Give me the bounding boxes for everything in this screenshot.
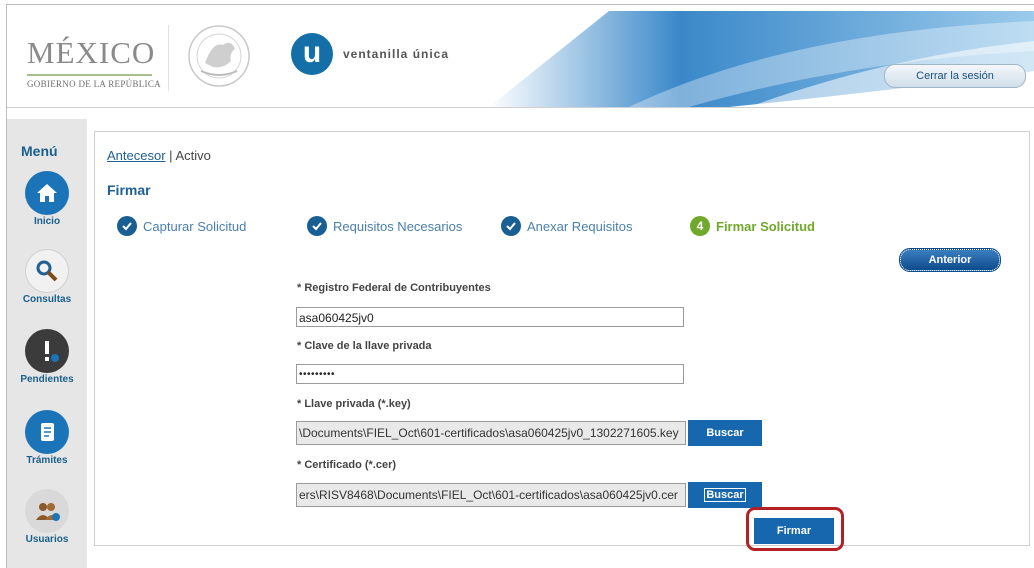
sidebar-title: Menú [21, 143, 58, 159]
check-icon [117, 216, 137, 236]
certificate-file-label: * Certificado (*.cer) [297, 459, 397, 471]
brand-subtitle: GOBIERNO DE LA REPÚBLICA [27, 79, 161, 89]
users-icon [25, 489, 69, 533]
portal-name: ventanilla única [343, 47, 450, 61]
header-banner [489, 11, 1034, 107]
step-label: Requisitos Necesarios [333, 218, 463, 234]
step-label: Firmar Solicitud [716, 218, 815, 234]
document-icon [25, 410, 69, 454]
step-number-badge: 4 [690, 216, 710, 236]
header-divider [168, 25, 169, 91]
sidebar-item-label: Consultas [22, 294, 72, 305]
brand-underline [27, 74, 152, 76]
rfc-input[interactable]: asa060425jv0 [296, 307, 684, 327]
browse-cert-button[interactable]: Buscar [688, 482, 762, 508]
alert-icon [25, 329, 69, 373]
sidebar-item-label: Usuarios [25, 534, 69, 545]
sidebar-item-pendientes[interactable]: Pendientes [13, 329, 81, 385]
sign-button-highlight [746, 507, 844, 551]
header-rule [7, 107, 1034, 108]
breadcrumb-current: Activo [175, 148, 211, 163]
previous-button[interactable]: Anterior [899, 248, 1001, 272]
header: MÉXICO GOBIERNO DE LA REPÚBLICA u ventan… [7, 5, 1034, 107]
sidebar-item-usuarios[interactable]: Usuarios [13, 489, 81, 545]
step-requisitos-necesarios[interactable]: Requisitos Necesarios [307, 216, 462, 236]
step-label: Capturar Solicitud [143, 218, 247, 234]
sidebar-item-label: Pendientes [20, 374, 74, 385]
coat-of-arms-icon [188, 25, 250, 87]
rfc-label: * Registro Federal de Contribuyentes [297, 282, 491, 294]
sidebar-item-consultas[interactable]: Consultas [13, 249, 81, 305]
sidebar-item-label: Trámites [26, 455, 68, 466]
private-key-password-input[interactable]: ••••••••• [296, 364, 684, 384]
private-key-file-label: * Llave privada (*.key) [297, 398, 411, 410]
step-firmar-solicitud: 4 Firmar Solicitud [690, 216, 815, 236]
step-label: Anexar Requisitos [527, 218, 633, 234]
step-anexar-requisitos[interactable]: Anexar Requisitos [501, 216, 633, 236]
sidebar-item-label: Inicio [33, 216, 61, 227]
sidebar-item-inicio[interactable]: Inicio [13, 171, 81, 227]
sidebar-item-tramites[interactable]: Trámites [13, 410, 81, 466]
breadcrumb-separator: | [169, 148, 173, 163]
logout-button[interactable]: Cerrar la sesión [884, 64, 1026, 88]
breadcrumb-link-antecesor[interactable]: Antecesor [107, 148, 166, 163]
private-key-file-input[interactable]: \Documents\FIEL_Oct\601-certificados\asa… [296, 421, 686, 445]
check-icon [307, 216, 327, 236]
browse-cert-label: Buscar [704, 488, 746, 502]
private-key-password-label: * Clave de la llave privada [297, 340, 432, 352]
breadcrumb: Antecesor | Activo [107, 148, 211, 163]
step-capturar-solicitud[interactable]: Capturar Solicitud [117, 216, 246, 236]
browse-key-button[interactable]: Buscar [688, 420, 762, 446]
brand-title: MÉXICO [27, 35, 156, 70]
check-icon [501, 216, 521, 236]
magnifier-icon [25, 249, 69, 293]
app-window: MÉXICO GOBIERNO DE LA REPÚBLICA u ventan… [6, 4, 1034, 568]
main-panel: Antecesor | Activo Firmar Capturar Solic… [94, 131, 1030, 546]
certificate-file-input[interactable]: ers\RISV8468\Documents\FIEL_Oct\601-cert… [296, 483, 686, 507]
ventanilla-logo-icon: u [291, 33, 333, 75]
page-title: Firmar [107, 182, 151, 198]
home-icon [25, 171, 69, 215]
